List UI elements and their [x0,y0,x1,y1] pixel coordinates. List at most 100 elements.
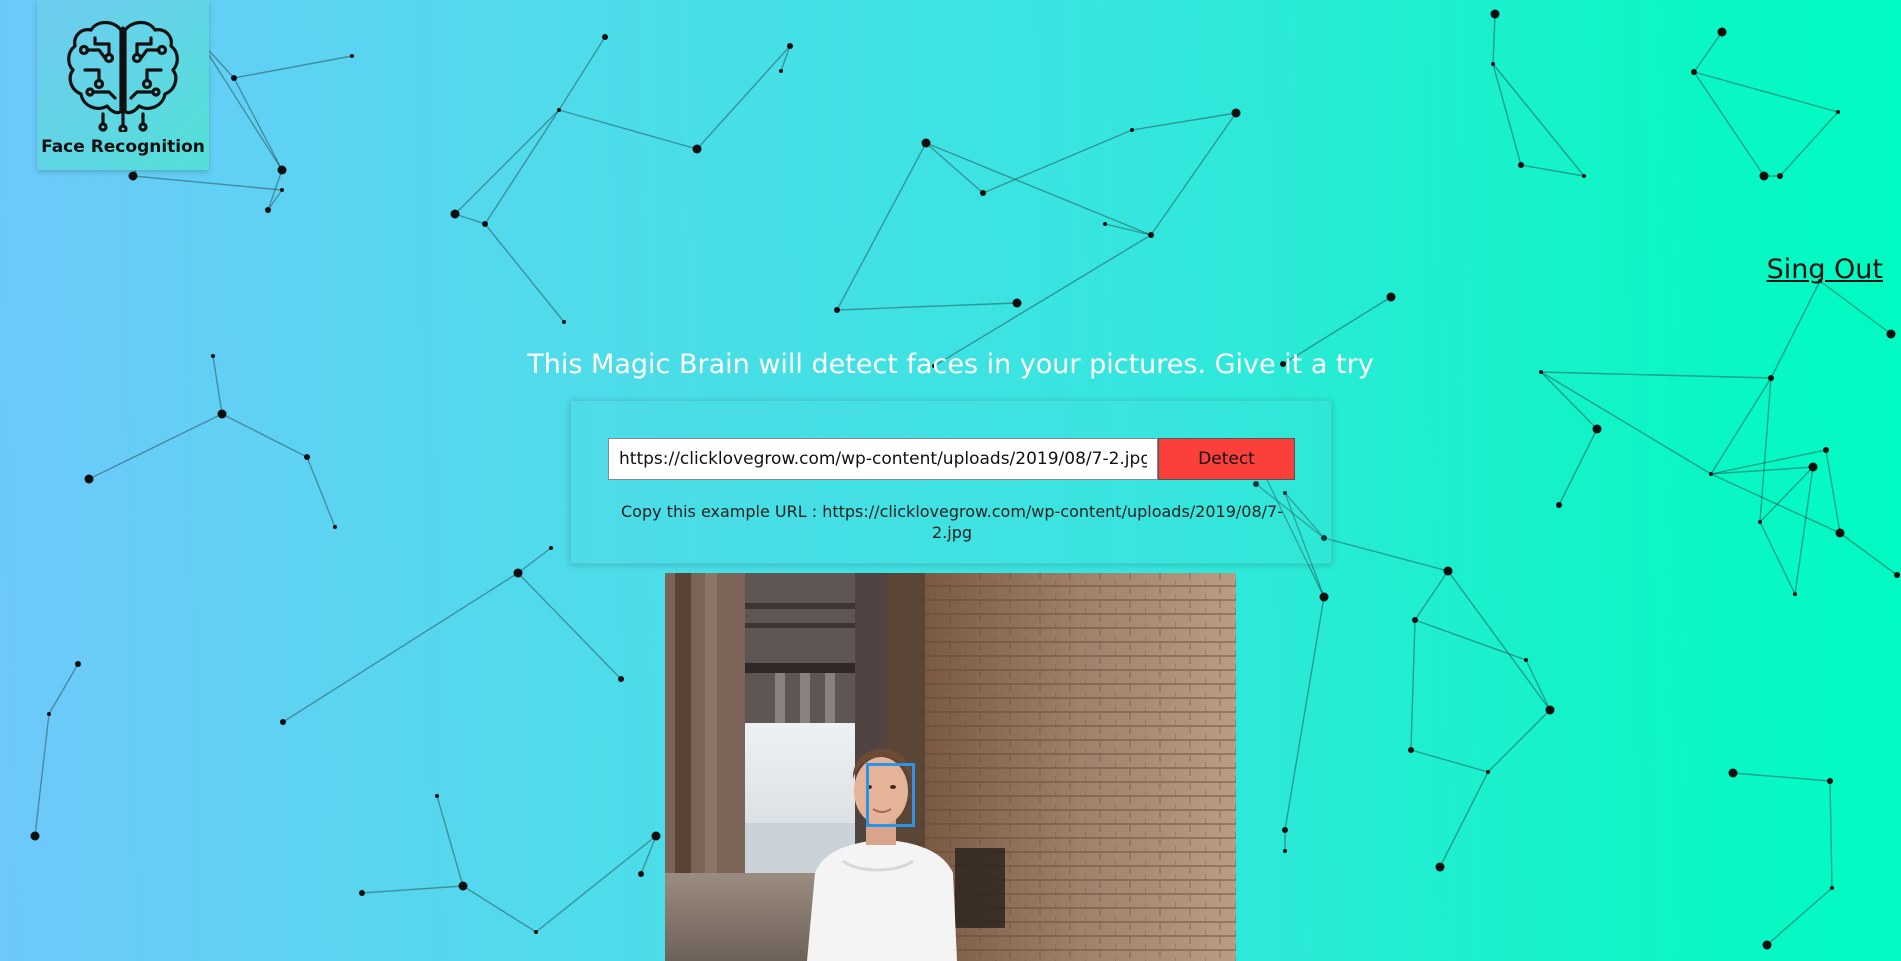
particle-dot [435,794,439,798]
particle-link [1829,780,1833,889]
particle-dot [1886,329,1896,339]
sign-out-link[interactable]: Sing Out [1767,254,1883,285]
url-form-card: Detect Copy this example URL : https://c… [570,400,1332,564]
particle-link [1710,377,1772,475]
particle-link [558,109,698,150]
particle-dot [1283,849,1287,853]
particle-dot [1717,27,1727,37]
particle-dot [1386,292,1396,302]
logo-card[interactable]: Face Recognition [37,0,209,170]
particle-dot [1759,171,1769,181]
detect-button[interactable]: Detect [1158,438,1295,480]
particle-link [436,795,464,887]
particle-dot [1777,173,1783,179]
particle-dot [359,890,365,896]
particle-dot [280,719,286,725]
particle-link [780,45,791,72]
photo-icon [665,573,1236,961]
particle-link [1492,63,1522,166]
particle-link [1410,749,1489,773]
particle-link [306,456,336,528]
particle-dot [450,209,460,219]
particle-dot [1518,162,1524,168]
particle-link [1693,71,1839,113]
particle-dot [1545,705,1555,715]
particle-dot [562,320,566,324]
particle-link [836,302,1018,311]
particle-dot [1319,592,1329,602]
particle-link [1825,449,1841,534]
particle-link [1766,887,1833,946]
particle-dot [75,661,81,667]
particle-dot [280,188,284,192]
particle-dot [1758,520,1762,524]
tagline: This Magic Brain will detect faces in yo… [527,349,1374,380]
particle-link [1447,570,1551,711]
particle-link [982,129,1133,194]
particle-dot [692,144,702,154]
particle-dot [1827,778,1833,784]
particle-dot [834,307,840,313]
particle-link [267,189,283,211]
particle-dot [1709,472,1713,476]
particle-dot [638,871,644,877]
particle-dot [1435,862,1445,872]
particle-link [1131,112,1237,131]
particle-dot [787,43,793,49]
particle-dot [651,831,661,841]
particle-dot [1412,617,1418,623]
particle-link [1693,71,1765,177]
particle-dot [1231,108,1241,118]
particle-dot [482,221,488,227]
particle-dot [1556,502,1562,508]
particle-dot [1830,886,1834,890]
particle-dot [618,676,624,682]
particle-dot [1443,566,1453,576]
particle-dot [921,138,931,148]
particle-link [1732,772,1831,782]
particle-link [484,109,560,225]
particle-link [88,413,223,480]
particle-dot [1592,424,1602,434]
particle-link [1710,473,1841,534]
face-bounding-box [866,763,915,827]
particle-link [836,142,927,311]
logo-caption: Face Recognition [41,137,205,157]
particle-link [1150,112,1237,236]
example-url-hint: Copy this example URL : https://clicklov… [621,502,1283,542]
particle-link [221,413,308,458]
particle-link [1284,596,1325,831]
particle-link [1439,771,1489,868]
particle-dot [231,75,237,81]
particle-dot [1282,827,1288,833]
particle-dot [602,34,608,40]
particle-link [454,109,560,215]
particle-dot [534,930,538,934]
particle-dot [30,831,40,841]
particle-link [484,223,565,323]
particle-link [558,36,606,111]
particle-link [1492,63,1585,177]
particle-dot [333,525,337,529]
particle-dot [557,108,561,112]
particle-dot [1808,462,1818,472]
particle-dot [980,190,986,196]
particle-link [1779,111,1839,177]
particle-link [454,213,486,225]
particle-dot [1012,298,1022,308]
particle-dot [1793,592,1797,596]
particle-link [1819,280,1892,335]
particle-dot [1823,447,1829,453]
particle-link [1759,521,1796,595]
particle-link [233,55,353,79]
particle-dot [1408,747,1414,753]
particle-link [1558,428,1598,506]
particle-dot [1486,770,1490,774]
particle-link [517,547,552,574]
image-url-input[interactable] [608,438,1158,480]
particle-link [1540,371,1712,475]
particle-dot [1691,69,1697,75]
particle-dot [84,474,94,484]
particle-dot [277,165,287,175]
particle-link [132,175,283,191]
